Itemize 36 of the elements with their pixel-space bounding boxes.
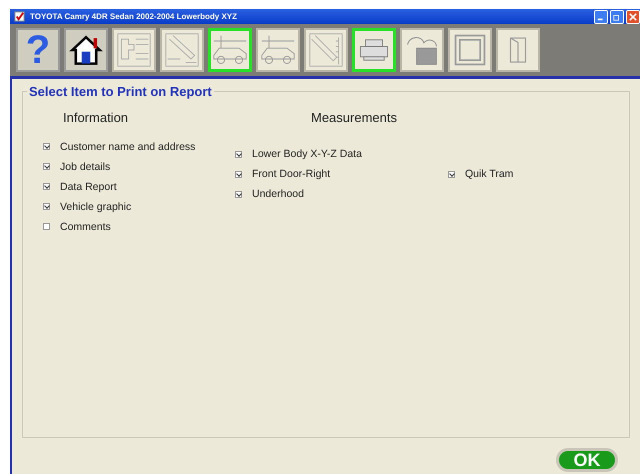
checkbox-option[interactable]: Comments: [43, 215, 223, 238]
checkbox[interactable]: [43, 223, 50, 230]
restore-icon: [613, 12, 621, 20]
checkbox[interactable]: [235, 150, 242, 158]
form-icon: [116, 32, 152, 68]
window-title: TOYOTA Camry 4DR Sedan 2002-2004 Lowerbody XYZ: [30, 12, 238, 21]
checkbox[interactable]: [235, 170, 242, 178]
toolbar-button[interactable]: [64, 28, 108, 72]
checkbox[interactable]: [235, 190, 242, 198]
checkbox[interactable]: [43, 203, 50, 210]
checkbox[interactable]: [448, 170, 455, 178]
checkbox-option[interactable]: Quik Tram: [448, 164, 514, 184]
checkbox-option[interactable]: Front Door-Right: [235, 164, 448, 184]
checkbox-option[interactable]: Vehicle graphic: [43, 195, 223, 218]
checkbox-option[interactable]: Customer name and address: [43, 135, 223, 158]
checkbox-option[interactable]: Underhood: [235, 184, 448, 204]
house-icon: [69, 33, 103, 67]
checkbox[interactable]: [43, 163, 50, 170]
ok-button[interactable]: OK: [556, 448, 618, 472]
checkbox-option[interactable]: Data Report: [43, 175, 223, 198]
column-heading: Measurements: [310, 110, 398, 126]
frame-icon: [453, 33, 487, 67]
checkbox-option[interactable]: Job details: [43, 155, 223, 178]
close-icon: [629, 12, 637, 20]
checkbox[interactable]: [43, 183, 50, 190]
minimize-button[interactable]: [594, 10, 608, 24]
close-button[interactable]: [626, 10, 640, 24]
pen-icon: [164, 32, 200, 68]
checkbox-option[interactable]: Lower Body X-Y-Z Data: [235, 144, 448, 164]
checkbox[interactable]: [43, 143, 50, 150]
column-heading: Information: [62, 110, 130, 126]
ruler-icon: [308, 32, 344, 68]
restore-button[interactable]: [610, 10, 624, 24]
help-button[interactable]: ?: [16, 28, 60, 72]
panel-title: Select Item to Print on Report: [27, 84, 214, 99]
checkbox-icon: [14, 11, 25, 22]
